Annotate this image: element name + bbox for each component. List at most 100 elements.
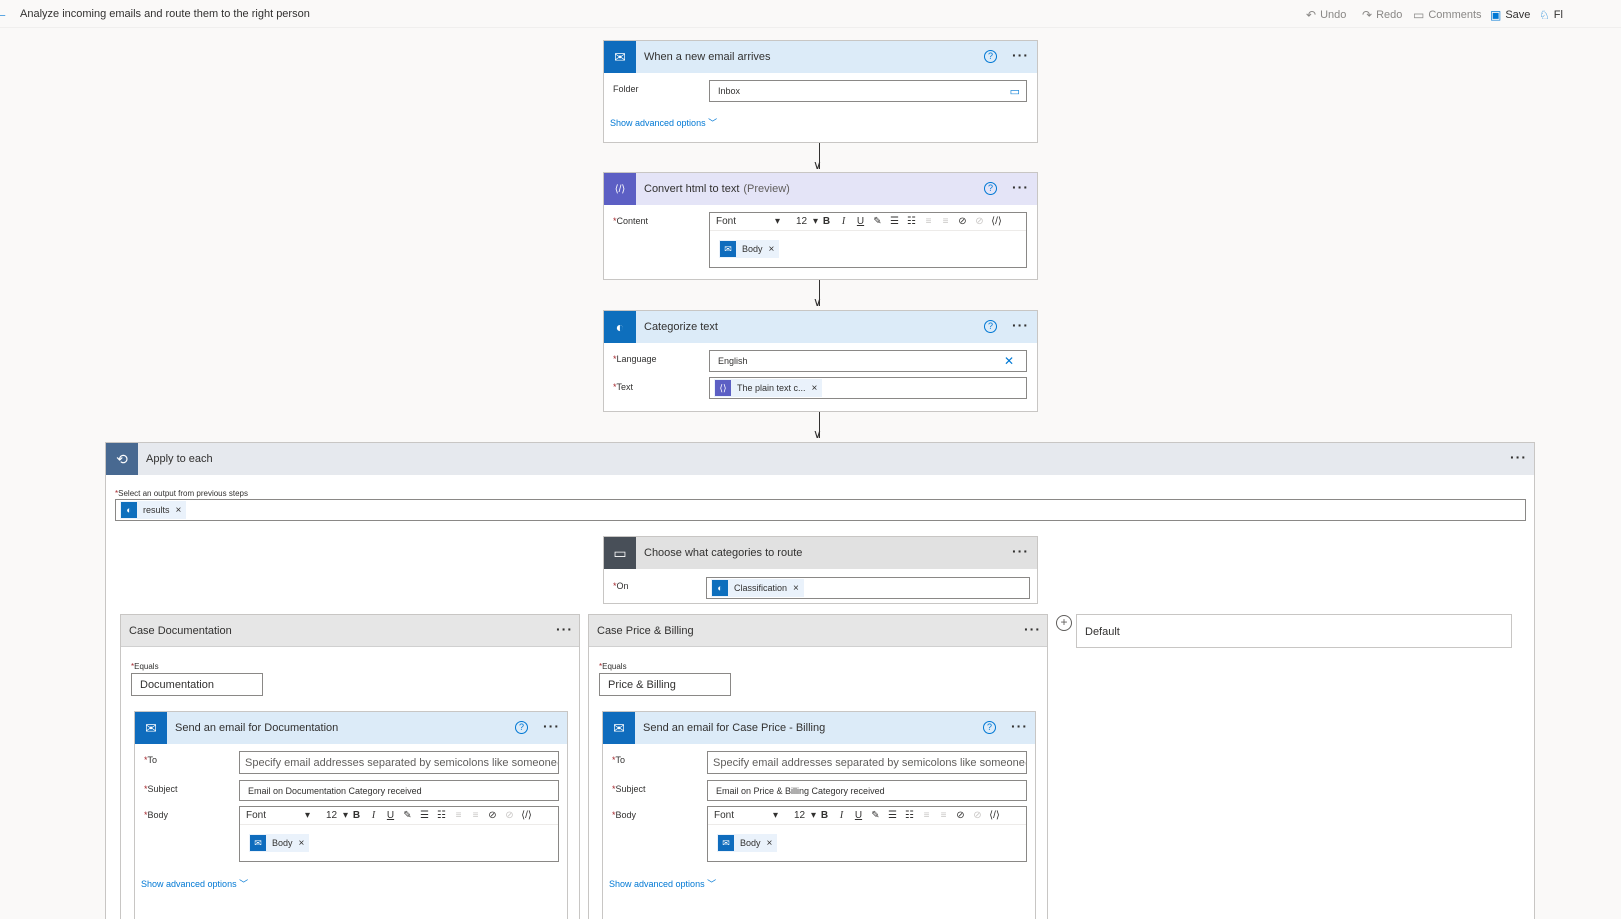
remove-token-icon[interactable]: × [299,838,305,849]
switch-header[interactable]: ▭ Choose what categories to route ··· [604,537,1037,569]
categorize-header[interactable]: ◐ Categorize text ? ··· [604,311,1037,343]
results-token[interactable]: ◐ results × [120,501,187,519]
more-options-icon[interactable]: ··· [556,621,573,637]
code-view-icon[interactable]: ⟨/⟩ [518,810,535,821]
to-input[interactable]: Specify email addresses separated by sem… [239,751,559,774]
highlight-icon[interactable]: ✎ [399,810,416,821]
more-options-icon[interactable]: ··· [1012,47,1029,63]
body-token[interactable]: ✉ Body × [717,834,778,852]
body-editor[interactable]: Font ▾ 12 ▾ B I U ✎ ☰ ☷ ≡ ≡ ⊘ ⊘ ⟨/⟩ ✉ Body × [239,806,559,862]
undo-button[interactable]: ↶ Undo [1306,8,1346,22]
outdent-icon[interactable]: ≡ [450,810,467,821]
subject-input[interactable]: Email on Documentation Category received [239,780,559,801]
bold-button[interactable]: B [816,810,833,821]
unlink-icon[interactable]: ⊘ [501,810,518,821]
unlink-icon[interactable]: ⊘ [969,810,986,821]
flow-checker-button[interactable]: ♘ Fl [1539,8,1563,22]
bold-button[interactable]: B [818,216,835,227]
text-input[interactable]: ⟨⟩ The plain text c... × [709,377,1027,399]
remove-token-icon[interactable]: × [793,583,799,594]
code-view-icon[interactable]: ⟨/⟩ [986,810,1003,821]
language-dropdown[interactable]: English ✕ [709,350,1027,372]
show-advanced-options-link[interactable]: Show advanced options ﹀ [609,877,716,890]
more-options-icon[interactable]: ··· [1012,179,1029,195]
apply-to-each-header[interactable]: ⟲ Apply to each ··· [106,443,1534,475]
help-icon[interactable]: ? [515,721,528,734]
subject-input[interactable]: Email on Price & Billing Category receiv… [707,780,1027,801]
indent-icon[interactable]: ≡ [935,810,952,821]
italic-button[interactable]: I [835,216,852,227]
more-options-icon[interactable]: ··· [1024,621,1041,637]
equals-input[interactable]: Documentation [131,673,263,696]
font-dropdown[interactable]: Font ▾ [714,810,782,821]
help-icon[interactable]: ? [984,50,997,63]
case-header[interactable]: Case Documentation ··· [121,615,579,647]
remove-token-icon[interactable]: × [176,505,182,516]
numbered-list-icon[interactable]: ☷ [901,810,918,821]
comments-button[interactable]: ▭ Comments [1413,8,1482,22]
remove-token-icon[interactable]: × [769,244,775,255]
body-editor[interactable]: Font ▾ 12 ▾ B I U ✎ ☰ ☷ ≡ ≡ ⊘ ⊘ ⟨/⟩ ✉ Body × [707,806,1027,862]
send-email-header[interactable]: ✉ Send an email for Case Price - Billing… [603,712,1035,744]
underline-button[interactable]: U [382,810,399,821]
classification-token[interactable]: ◐ Classification × [711,579,804,597]
help-icon[interactable]: ? [984,320,997,333]
indent-icon[interactable]: ≡ [937,216,954,227]
more-options-icon[interactable]: ··· [1011,718,1028,734]
to-input[interactable]: Specify email addresses separated by sem… [707,751,1027,774]
link-icon[interactable]: ⊘ [952,810,969,821]
show-advanced-options-link[interactable]: Show advanced options ﹀ [610,116,717,129]
highlight-icon[interactable]: ✎ [869,216,886,227]
more-options-icon[interactable]: ··· [1012,317,1029,333]
underline-button[interactable]: U [850,810,867,821]
default-case-container[interactable]: Default [1076,614,1512,648]
more-options-icon[interactable]: ··· [1012,543,1029,559]
link-icon[interactable]: ⊘ [954,216,971,227]
outdent-icon[interactable]: ≡ [920,216,937,227]
underline-button[interactable]: U [852,216,869,227]
help-icon[interactable]: ? [984,182,997,195]
redo-button[interactable]: ↷ Redo [1362,8,1402,22]
bullet-list-icon[interactable]: ☰ [416,810,433,821]
back-arrow-icon[interactable]: ← [0,5,8,21]
add-case-icon[interactable]: + [1056,615,1072,631]
on-input[interactable]: ◐ Classification × [706,577,1030,599]
numbered-list-icon[interactable]: ☷ [903,216,920,227]
save-button[interactable]: ▣ Save [1490,8,1530,22]
remove-token-icon[interactable]: × [812,383,818,394]
highlight-icon[interactable]: ✎ [867,810,884,821]
show-advanced-options-link[interactable]: Show advanced options ﹀ [141,877,248,890]
convert-header[interactable]: ⟨/⟩ Convert html to text (Preview) ? ··· [604,173,1037,205]
bold-button[interactable]: B [348,810,365,821]
case-header[interactable]: Case Price & Billing ··· [589,615,1047,647]
more-options-icon[interactable]: ··· [543,718,560,734]
remove-token-icon[interactable]: × [767,838,773,849]
select-output-input[interactable]: ◐ results × [115,499,1526,521]
italic-button[interactable]: I [365,810,382,821]
link-icon[interactable]: ⊘ [484,810,501,821]
send-email-header[interactable]: ✉ Send an email for Documentation ? ··· [135,712,567,744]
font-size-dropdown[interactable]: 12 ▾ [796,216,818,227]
font-dropdown[interactable]: Font ▾ [246,810,314,821]
outdent-icon[interactable]: ≡ [918,810,935,821]
code-view-icon[interactable]: ⟨/⟩ [988,216,1005,227]
font-dropdown[interactable]: Font ▾ [716,216,784,227]
equals-input[interactable]: Price & Billing [599,673,731,696]
content-editor[interactable]: Font ▾ 12 ▾ B I U ✎ ☰ ☷ ≡ ≡ ⊘ ⊘ ⟨/⟩ ✉ Body × [709,212,1027,268]
bullet-list-icon[interactable]: ☰ [884,810,901,821]
folder-input[interactable]: Inbox ▭ [709,80,1027,102]
italic-button[interactable]: I [833,810,850,821]
trigger-header[interactable]: ✉ When a new email arrives ? ··· [604,41,1037,73]
body-token[interactable]: ✉ Body × [249,834,310,852]
help-icon[interactable]: ? [983,721,996,734]
unlink-icon[interactable]: ⊘ [971,216,988,227]
numbered-list-icon[interactable]: ☷ [433,810,450,821]
font-size-dropdown[interactable]: 12 ▾ [794,810,816,821]
plain-text-token[interactable]: ⟨⟩ The plain text c... × [714,379,823,397]
more-options-icon[interactable]: ··· [1510,449,1527,465]
font-size-dropdown[interactable]: 12 ▾ [326,810,348,821]
body-token[interactable]: ✉ Body × [719,240,780,258]
bullet-list-icon[interactable]: ☰ [886,216,903,227]
indent-icon[interactable]: ≡ [467,810,484,821]
folder-picker-icon[interactable]: ▭ [1010,85,1020,98]
